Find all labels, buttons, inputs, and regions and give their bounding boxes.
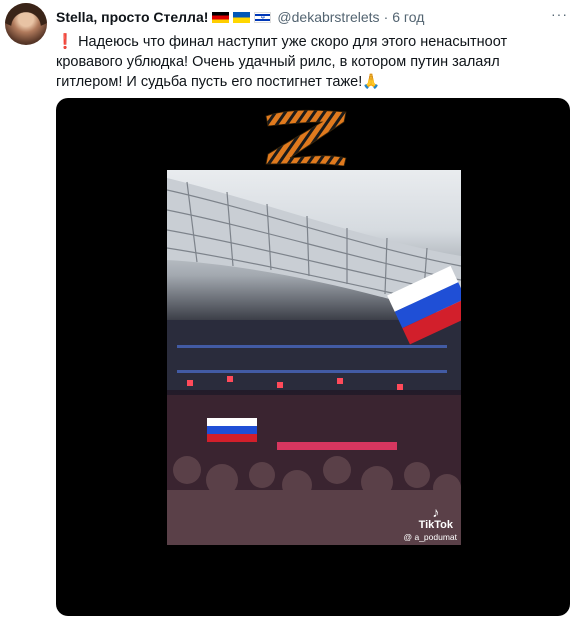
video-frame[interactable]: ♪ TikTok @ a_podumat	[167, 170, 461, 545]
tiktok-username: @ a_podumat	[403, 532, 457, 542]
exclamation-icon: ❗	[56, 34, 75, 50]
israel-flag-icon: ✡	[254, 11, 272, 23]
germany-flag-icon	[212, 11, 230, 23]
author-handle[interactable]: @dekabrstrelets	[277, 9, 379, 25]
avatar[interactable]	[5, 3, 47, 45]
tiktok-icon: ♪	[432, 504, 440, 520]
tiktok-watermark: ♪ TikTok	[418, 504, 453, 531]
tweet-text-line-1: ❗ Надеюсь что финал наступит уже скоро дл…	[56, 34, 508, 50]
stadium-scene	[167, 178, 461, 545]
author-name[interactable]: Stella, просто Стелла!	[56, 9, 208, 25]
tweet-text-line-2: кровавого ублюдка! Очень удачный рилс, в…	[56, 54, 500, 70]
z-ribbon-symbol	[265, 109, 347, 166]
tweet[interactable]: Stella, просто Стелла! ✡ @dekabrstrelets…	[0, 0, 582, 626]
tweet-media[interactable]: ♪ TikTok @ a_podumat	[56, 98, 570, 616]
more-options-icon[interactable]: ···	[551, 6, 568, 22]
tweet-text-line-3: гитлером! И судьба пусть его постигнет т…	[56, 74, 381, 90]
tweet-timestamp[interactable]: 6 год	[392, 9, 424, 25]
ukraine-flag-icon	[233, 11, 251, 23]
separator-dot: ·	[383, 9, 389, 25]
tweet-text: ❗ Надеюсь что финал наступит уже скоро дл…	[56, 32, 546, 92]
tweet-header: Stella, просто Стелла! ✡ @dekabrstrelets…	[56, 7, 424, 27]
